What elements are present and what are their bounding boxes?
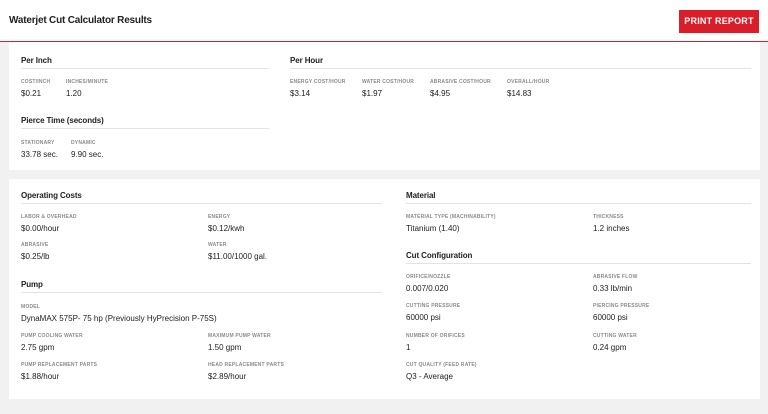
pump-model-label: MODEL xyxy=(21,304,41,310)
cutting-pressure-value: 60000 psi xyxy=(406,313,441,322)
max-pump-water-value: 1.50 gpm xyxy=(208,343,242,352)
abrasive-flow-value: 0.33 lb/min xyxy=(593,284,633,293)
overall-hour-label: OVERALL/HOUR xyxy=(507,79,550,85)
cut-quality-label: CUT QUALITY (FEED RATE) xyxy=(406,362,477,368)
per-hour-title: Per Hour xyxy=(290,56,323,65)
energy-cost-hour-value: $3.14 xyxy=(290,89,311,98)
inches-per-minute-label: INCHES/MINUTE xyxy=(66,79,109,85)
pump-model-value: DynaMAX 575P- 75 hp (Previously HyPrecis… xyxy=(21,314,217,323)
material-type-label: MATERIAL TYPE (MACHINABILITY) xyxy=(406,214,496,220)
overall-hour-value: $14.83 xyxy=(507,89,532,98)
divider xyxy=(406,203,751,204)
summary-card: Per Inch COST/INCH $0.21 INCHES/MINUTE 1… xyxy=(9,42,760,170)
labor-overhead-label: LABOR & OVERHEAD xyxy=(21,214,77,220)
material-title: Material xyxy=(406,191,436,200)
pump-title: Pump xyxy=(21,280,43,289)
piercing-pressure-label: PIERCING PRESSURE xyxy=(593,303,650,309)
labor-overhead-value: $0.00/hour xyxy=(21,224,60,233)
pierce-time-title: Pierce Time (seconds) xyxy=(21,116,104,125)
orifice-nozzle-value: 0.007/0.020 xyxy=(406,284,449,293)
abrasive-cost-hour-label: ABRASIVE COST/HOUR xyxy=(430,79,491,85)
abrasive-cost-hour-value: $4.95 xyxy=(430,89,451,98)
inches-per-minute-value: 1.20 xyxy=(66,89,82,98)
divider xyxy=(21,68,269,69)
page-title: Waterjet Cut Calculator Results xyxy=(9,15,152,26)
energy-cost-hour-label: ENERGY COST/HOUR xyxy=(290,79,346,85)
pump-replacement-parts-value: $1.88/hour xyxy=(21,372,60,381)
divider xyxy=(290,68,751,69)
water-cost-hour-label: WATER COST/HOUR xyxy=(362,79,415,85)
head-replacement-parts-label: HEAD REPLACEMENT PARTS xyxy=(208,362,284,368)
water-value: $11.00/1000 gal. xyxy=(208,252,268,261)
number-of-orifices-label: NUMBER OF ORIFICES xyxy=(406,333,465,339)
cutting-water-value: 0.24 gpm xyxy=(593,343,627,352)
thickness-value: 1.2 inches xyxy=(593,224,630,233)
energy-value: $0.12/kwh xyxy=(208,224,245,233)
material-type-value: Titanium (1.40) xyxy=(406,224,460,233)
cutting-pressure-label: CUTTING PRESSURE xyxy=(406,303,461,309)
piercing-pressure-value: 60000 psi xyxy=(593,313,628,322)
energy-label: ENERGY xyxy=(208,214,231,220)
divider xyxy=(406,263,751,264)
thickness-label: THICKNESS xyxy=(593,214,624,220)
max-pump-water-label: MAXIMUM PUMP WATER xyxy=(208,333,271,339)
pump-cooling-water-value: 2.75 gpm xyxy=(21,343,55,352)
divider xyxy=(21,203,382,204)
abrasive-flow-label: ABRASIVE FLOW xyxy=(593,274,638,280)
stationary-value: 33.78 sec. xyxy=(21,150,58,159)
dynamic-label: DYNAMIC xyxy=(71,140,96,146)
divider xyxy=(21,128,269,129)
print-report-button[interactable]: PRINT REPORT xyxy=(679,10,759,33)
number-of-orifices-value: 1 xyxy=(406,343,411,352)
water-cost-hour-value: $1.97 xyxy=(362,89,383,98)
head-replacement-parts-value: $2.89/hour xyxy=(208,372,247,381)
per-inch-title: Per Inch xyxy=(21,56,52,65)
cutting-water-label: CUTTING WATER xyxy=(593,333,637,339)
pump-cooling-water-label: PUMP COOLING WATER xyxy=(21,333,83,339)
water-label: WATER xyxy=(208,242,227,248)
cut-quality-value: Q3 - Average xyxy=(406,372,453,381)
cut-configuration-title: Cut Configuration xyxy=(406,251,473,260)
abrasive-label: ABRASIVE xyxy=(21,242,49,248)
abrasive-value: $0.25/lb xyxy=(21,252,50,261)
divider xyxy=(21,292,382,293)
stationary-label: STATIONARY xyxy=(21,140,55,146)
dynamic-value: 9.90 sec. xyxy=(71,150,104,159)
orifice-nozzle-label: ORIFICE/NOZZLE xyxy=(406,274,451,280)
cost-per-inch-value: $0.21 xyxy=(21,89,42,98)
operating-costs-title: Operating Costs xyxy=(21,191,82,200)
cost-per-inch-label: COST/INCH xyxy=(21,79,51,85)
header-bar: Waterjet Cut Calculator Results PRINT RE… xyxy=(0,0,768,42)
pump-replacement-parts-label: PUMP REPLACEMENT PARTS xyxy=(21,362,98,368)
details-card: Operating Costs LABOR & OVERHEAD $0.00/h… xyxy=(9,179,760,399)
